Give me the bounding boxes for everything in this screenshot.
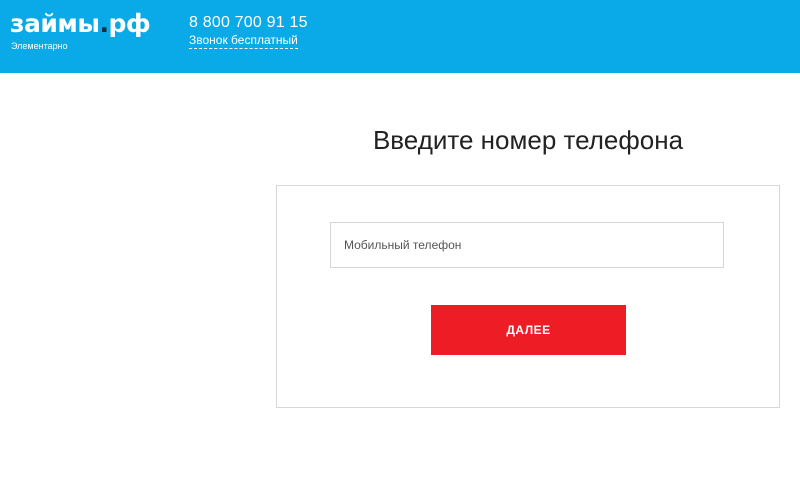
page-title: Введите номер телефона [372, 125, 684, 155]
site-header: займы.рф Элементарно 8 800 700 91 15 Зво… [0, 0, 800, 73]
logo[interactable]: займы.рф [10, 9, 151, 38]
logo-main: займы [10, 9, 100, 38]
logo-tagline: Элементарно [11, 41, 68, 51]
mobile-phone-input[interactable] [330, 222, 724, 268]
next-button[interactable]: ДАЛЕЕ [431, 305, 626, 355]
free-call-link[interactable]: Звонок бесплатный [189, 33, 298, 49]
phone-form-card: ДАЛЕЕ [276, 185, 780, 408]
logo-suffix: рф [108, 9, 151, 38]
hotline-phone: 8 800 700 91 15 [189, 14, 308, 31]
